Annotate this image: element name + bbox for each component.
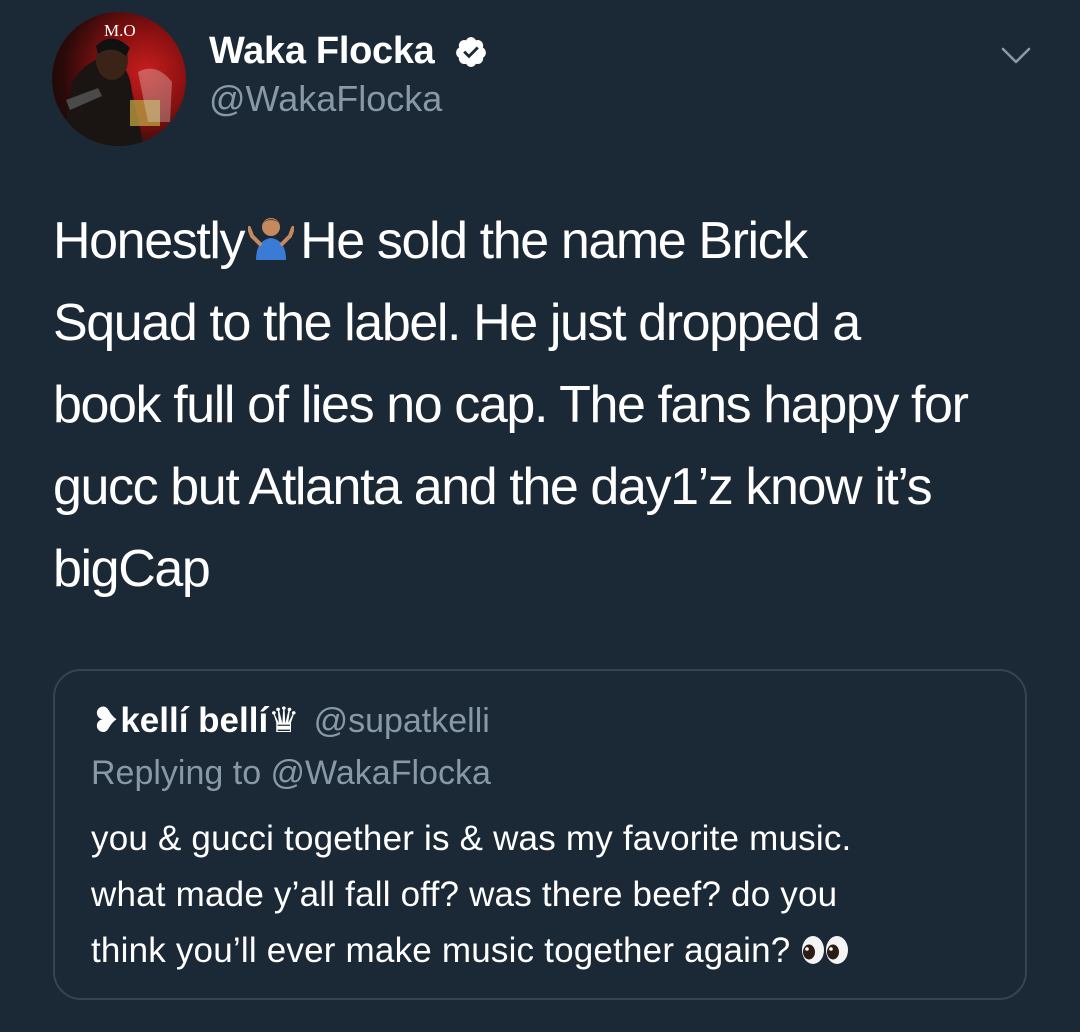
quoted-tweet-card[interactable]: ❥kellí bellí♛ @supatkelli Replying to @Wa…: [53, 669, 1027, 1000]
tweet-line: Honestly He sold the name Brick: [53, 200, 1053, 282]
quoted-author-handle: @supatkelli: [313, 702, 490, 740]
tweet-text: Honestly He sold the name Brick Squad to…: [53, 200, 1053, 610]
quoted-tweet-text-segment: think you’ll ever make music together ag…: [91, 931, 791, 970]
replying-to-label: Replying to @WakaFlocka: [91, 754, 491, 792]
quoted-author-name: ❥kellí bellí♛: [91, 701, 300, 740]
tweet-text-segment: He sold the name Brick: [300, 212, 808, 270]
quoted-tweet-line: you & gucci together is & was my favorit…: [91, 819, 852, 858]
chevron-down-icon[interactable]: [1000, 44, 1032, 68]
quoted-tweet-text: you & gucci together is & was my favorit…: [91, 811, 1011, 979]
avatar-image: M.O: [62, 21, 172, 146]
eyes-emoji: [802, 936, 849, 964]
verified-badge-icon: [456, 37, 486, 67]
tweet-line: bigCap: [53, 540, 211, 598]
quoted-tweet-header: ❥kellí bellí♛ @supatkelli: [91, 701, 490, 741]
quoted-tweet-line: what made y’all fall off? was there beef…: [91, 875, 838, 914]
tweet-line: book full of lies no cap. The fans happy…: [53, 376, 969, 434]
tweet-line: Squad to the label. He just dropped a: [53, 294, 861, 352]
tweet-text-segment: Honestly: [53, 212, 246, 270]
person-shrugging-emoji: [248, 218, 295, 260]
avatar-text: M.O: [104, 21, 136, 40]
author-handle[interactable]: @WakaFlocka: [209, 78, 442, 120]
author-display-name[interactable]: Waka Flocka: [209, 30, 435, 73]
tweet-line: gucc but Atlanta and the day1’z know it’…: [53, 458, 933, 516]
quoted-tweet-line: think you’ll ever make music together ag…: [91, 923, 1011, 979]
avatar[interactable]: M.O: [52, 12, 186, 146]
